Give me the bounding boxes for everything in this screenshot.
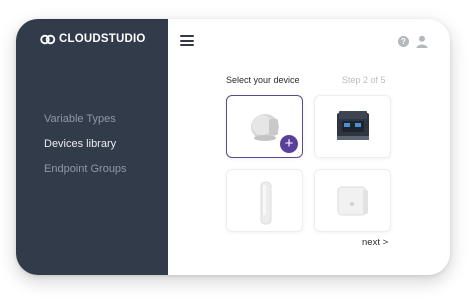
step-indicator: Step 2 of 5	[342, 75, 386, 85]
help-icon[interactable]: ?	[398, 36, 409, 47]
device-card-4[interactable]	[314, 169, 391, 232]
sidebar-item-endpoint-groups[interactable]: Endpoint Groups	[44, 163, 127, 175]
next-button[interactable]: next >	[362, 237, 388, 248]
sidebar-item-devices-library[interactable]: Devices library	[44, 138, 127, 150]
cloud-logo-icon	[40, 34, 56, 44]
relay-module-icon	[337, 111, 369, 140]
sidebar: CLOUDSTUDIO Variable Types Devices libra…	[16, 19, 168, 275]
device-card-2[interactable]	[314, 95, 391, 158]
add-device-button[interactable]: +	[280, 135, 298, 153]
sidebar-item-variable-types[interactable]: Variable Types	[44, 113, 127, 125]
device-card-1[interactable]: +	[226, 95, 303, 158]
hamburger-icon[interactable]	[180, 35, 194, 46]
box-sensor-icon	[337, 186, 368, 216]
logo-text: CLOUDSTUDIO	[59, 33, 146, 45]
app-window: CLOUDSTUDIO Variable Types Devices libra…	[16, 19, 450, 275]
logo: CLOUDSTUDIO	[40, 33, 146, 45]
main-panel: ? Select your device Step 2 of 5 + next …	[168, 19, 450, 275]
select-device-title: Select your device	[226, 75, 300, 85]
device-card-3[interactable]	[226, 169, 303, 232]
sidebar-nav: Variable Types Devices library Endpoint …	[44, 113, 127, 188]
dome-sensor-icon	[251, 114, 279, 141]
user-icon[interactable]	[416, 35, 428, 48]
tube-sensor-icon	[260, 181, 272, 225]
